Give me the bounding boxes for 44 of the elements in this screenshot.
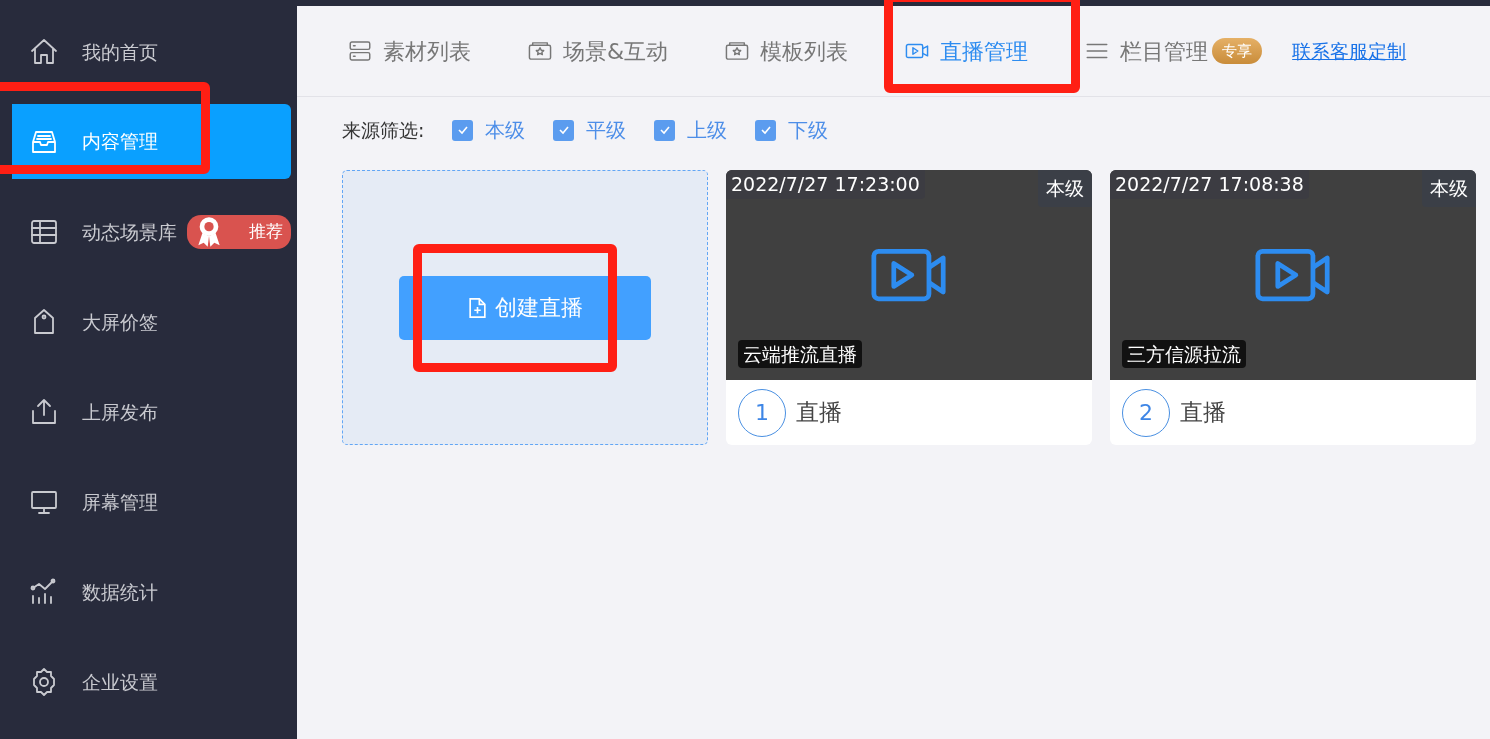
tab[interactable]: 场景&互动	[527, 21, 697, 81]
checkbox[interactable]	[755, 119, 777, 141]
checkbox[interactable]	[553, 119, 575, 141]
stream-card[interactable]: 2022/7/27 17:08:38 本级 三方信源拉流 2 直播	[1110, 170, 1476, 445]
check-icon	[658, 124, 671, 136]
stream-card[interactable]: 2022/7/27 17:23:00 本级 云端推流直播 1 直播	[726, 170, 1092, 445]
filter-checkbox[interactable]: 平级	[553, 115, 627, 145]
sidebar-item[interactable]: 上屏发布	[0, 367, 291, 457]
contact-link[interactable]: 联系客服定制	[1292, 36, 1407, 66]
stream-type-tag: 云端推流直播	[738, 339, 862, 368]
checkbox[interactable]	[654, 119, 676, 141]
tab[interactable]: 栏目管理 专享	[1084, 21, 1293, 81]
check-icon	[456, 124, 469, 136]
recommend-badge: 推荐	[187, 215, 291, 249]
stream-title: 直播	[1180, 398, 1226, 428]
sidebar-item[interactable]: 企业设置	[0, 637, 291, 727]
tab[interactable]: 模板列表	[724, 21, 877, 81]
sidebar-item[interactable]: 动态场景库 推荐	[0, 187, 291, 277]
timestamp: 2022/7/27 17:08:38	[1110, 170, 1309, 199]
check-icon	[759, 124, 772, 136]
add-file-icon	[467, 296, 487, 319]
exclusive-badge: 专享	[1212, 37, 1263, 65]
level-tag: 本级	[1038, 170, 1092, 207]
check-icon	[557, 124, 570, 136]
stream-type-tag: 三方信源拉流	[1122, 339, 1246, 368]
create-live-button[interactable]: 创建直播	[399, 275, 651, 340]
level-tag: 本级	[1422, 170, 1476, 207]
tab[interactable]: 直播管理	[904, 21, 1057, 81]
sidebar-item[interactable]: 屏幕管理	[0, 457, 291, 547]
filter-label: 来源筛选:	[342, 117, 425, 143]
stream-title: 直播	[796, 398, 842, 428]
sidebar-item[interactable]: 我的首页	[0, 7, 291, 97]
video-camera-icon	[1255, 248, 1331, 302]
sidebar-item[interactable]: 数据统计	[0, 547, 291, 637]
sidebar-item[interactable]: 大屏价签	[0, 277, 291, 367]
filter-checkbox[interactable]: 本级	[452, 115, 526, 145]
video-camera-icon	[871, 248, 947, 302]
filter-checkbox[interactable]: 上级	[654, 115, 728, 145]
checkbox[interactable]	[452, 119, 474, 141]
timestamp: 2022/7/27 17:23:00	[726, 170, 925, 199]
filter-checkbox[interactable]: 下级	[755, 115, 829, 145]
list-icon	[347, 38, 373, 64]
sidebar-item[interactable]: 内容管理	[12, 104, 291, 179]
tab[interactable]: 素材列表	[347, 21, 499, 81]
